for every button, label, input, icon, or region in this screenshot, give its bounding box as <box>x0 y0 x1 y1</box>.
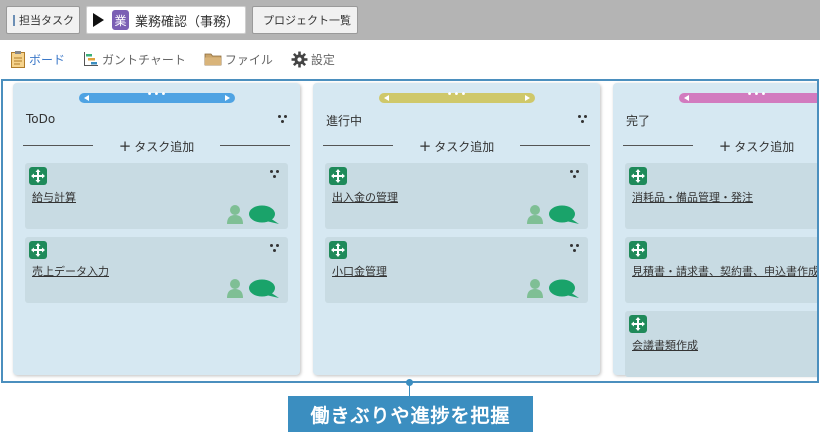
files-view-label: ファイル <box>224 52 273 67</box>
play-icon <box>93 13 104 27</box>
board-view-label: ボード <box>29 52 66 67</box>
add-task-button[interactable]: + タスク追加 <box>23 137 290 155</box>
user-icon[interactable] <box>526 204 544 224</box>
column-drag-handle[interactable]: ••• <box>379 89 535 103</box>
add-task-row: + タスク追加 <box>23 137 290 155</box>
column-in-progress: ••• 進行中 + タスク追加 出入金の管理 小口金管理 <box>313 83 600 375</box>
callout-pointer-line <box>409 383 410 397</box>
add-task-row: + タスク追加 <box>323 137 590 155</box>
column-title: 完了 <box>626 114 651 128</box>
task-title-link[interactable]: 小口金管理 <box>332 263 387 279</box>
card-menu-icon[interactable] <box>270 244 280 254</box>
gantt-chart-icon <box>84 52 99 66</box>
card-menu-icon[interactable] <box>270 170 280 180</box>
checkbox-icon <box>13 14 15 26</box>
settings-button[interactable]: 設定 <box>291 51 335 68</box>
gantt-view-button[interactable]: ガントチャート <box>83 51 186 68</box>
drag-dots-icon: ••• <box>746 89 768 100</box>
column-title: 進行中 <box>326 114 363 128</box>
add-task-button[interactable]: + タスク追加 <box>623 137 817 155</box>
move-icon[interactable] <box>29 241 47 259</box>
user-icon[interactable] <box>226 278 244 298</box>
feature-callout: 働きぶりや進捗を把握 <box>288 396 533 432</box>
comment-icon[interactable] <box>548 205 580 225</box>
app-window: 担当タスク 業 業務確認（事務） プロジェクト一覧 ボード ガントチャート ファ… <box>0 0 820 433</box>
column-done: ••• 完了 + タスク追加 消耗品・備品管理・発注 見積書・請求書、契約書、申込… <box>613 83 817 377</box>
card-menu-icon[interactable] <box>570 170 580 180</box>
gantt-view-label: ガントチャート <box>102 52 186 67</box>
task-title-link[interactable]: 見積書・請求書、契約書、申込書作成 <box>632 263 817 279</box>
task-title-link[interactable]: 会議書類作成 <box>632 337 698 353</box>
chevron-right-icon <box>225 95 230 101</box>
folder-icon <box>204 53 222 66</box>
move-icon[interactable] <box>29 167 47 185</box>
tab-project-list[interactable]: プロジェクト一覧 <box>252 6 358 34</box>
add-task-row: + タスク追加 <box>623 137 817 155</box>
card-menu-icon[interactable] <box>570 244 580 254</box>
move-icon[interactable] <box>629 315 647 333</box>
move-icon[interactable] <box>629 167 647 185</box>
column-drag-handle[interactable]: ••• <box>79 89 235 103</box>
kanban-board: ••• ToDo + タスク追加 給与計算 売上データ入力 ••• 進行中 + … <box>1 79 819 383</box>
task-title-link[interactable]: 給与計算 <box>32 189 76 205</box>
task-card[interactable]: 給与計算 <box>25 163 288 229</box>
drag-dots-icon: ••• <box>446 89 468 100</box>
comment-icon[interactable] <box>548 279 580 299</box>
settings-label: 設定 <box>310 52 335 67</box>
add-task-button[interactable]: + タスク追加 <box>323 137 590 155</box>
move-icon[interactable] <box>329 241 347 259</box>
add-task-label: タスク追加 <box>134 140 195 154</box>
project-badge: 業 <box>112 10 129 30</box>
task-card[interactable]: 消耗品・備品管理・発注 <box>625 163 817 229</box>
board-view-button[interactable]: ボード <box>10 50 65 68</box>
column-menu-icon[interactable] <box>578 115 588 125</box>
task-title-link[interactable]: 売上データ入力 <box>32 263 109 279</box>
task-title-link[interactable]: 出入金の管理 <box>332 189 398 205</box>
column-menu-icon[interactable] <box>278 115 288 125</box>
plus-icon: + <box>418 137 432 155</box>
plus-icon: + <box>718 137 732 155</box>
divider <box>220 145 290 146</box>
move-icon[interactable] <box>629 241 647 259</box>
user-icon[interactable] <box>226 204 244 224</box>
divider <box>520 145 590 146</box>
task-card[interactable]: 売上データ入力 <box>25 237 288 303</box>
drag-dots-icon: ••• <box>146 89 168 100</box>
column-drag-handle[interactable]: ••• <box>679 89 817 103</box>
chevron-right-icon <box>525 95 530 101</box>
add-task-label: タスク追加 <box>434 140 495 154</box>
add-task-label: タスク追加 <box>734 140 795 154</box>
column-title: ToDo <box>26 112 56 126</box>
move-icon[interactable] <box>329 167 347 185</box>
files-view-button[interactable]: ファイル <box>204 51 273 68</box>
comment-icon[interactable] <box>248 205 280 225</box>
column-todo: ••• ToDo + タスク追加 給与計算 売上データ入力 <box>13 83 300 375</box>
plus-icon: + <box>118 137 132 155</box>
task-card[interactable]: 出入金の管理 <box>325 163 588 229</box>
tab-current-project[interactable]: 業 業務確認（事務） <box>86 6 246 34</box>
gear-icon <box>291 51 308 67</box>
task-card[interactable]: 会議書類作成 <box>625 311 817 377</box>
comment-icon[interactable] <box>248 279 280 299</box>
tab-project-list-label: プロジェクト一覧 <box>263 14 351 27</box>
user-icon[interactable] <box>526 278 544 298</box>
view-toolbar: ボード ガントチャート ファイル 設定 <box>0 40 820 78</box>
task-card[interactable]: 見積書・請求書、契約書、申込書作成 <box>625 237 817 303</box>
clipboard-icon <box>11 51 25 68</box>
tab-current-project-label: 業務確認（事務） <box>134 14 239 30</box>
tab-bar: 担当タスク 業 業務確認（事務） プロジェクト一覧 <box>0 0 820 40</box>
tab-my-tasks-label: 担当タスク <box>19 14 74 27</box>
tab-my-tasks[interactable]: 担当タスク <box>6 6 80 34</box>
task-title-link[interactable]: 消耗品・備品管理・発注 <box>632 189 753 205</box>
task-card[interactable]: 小口金管理 <box>325 237 588 303</box>
